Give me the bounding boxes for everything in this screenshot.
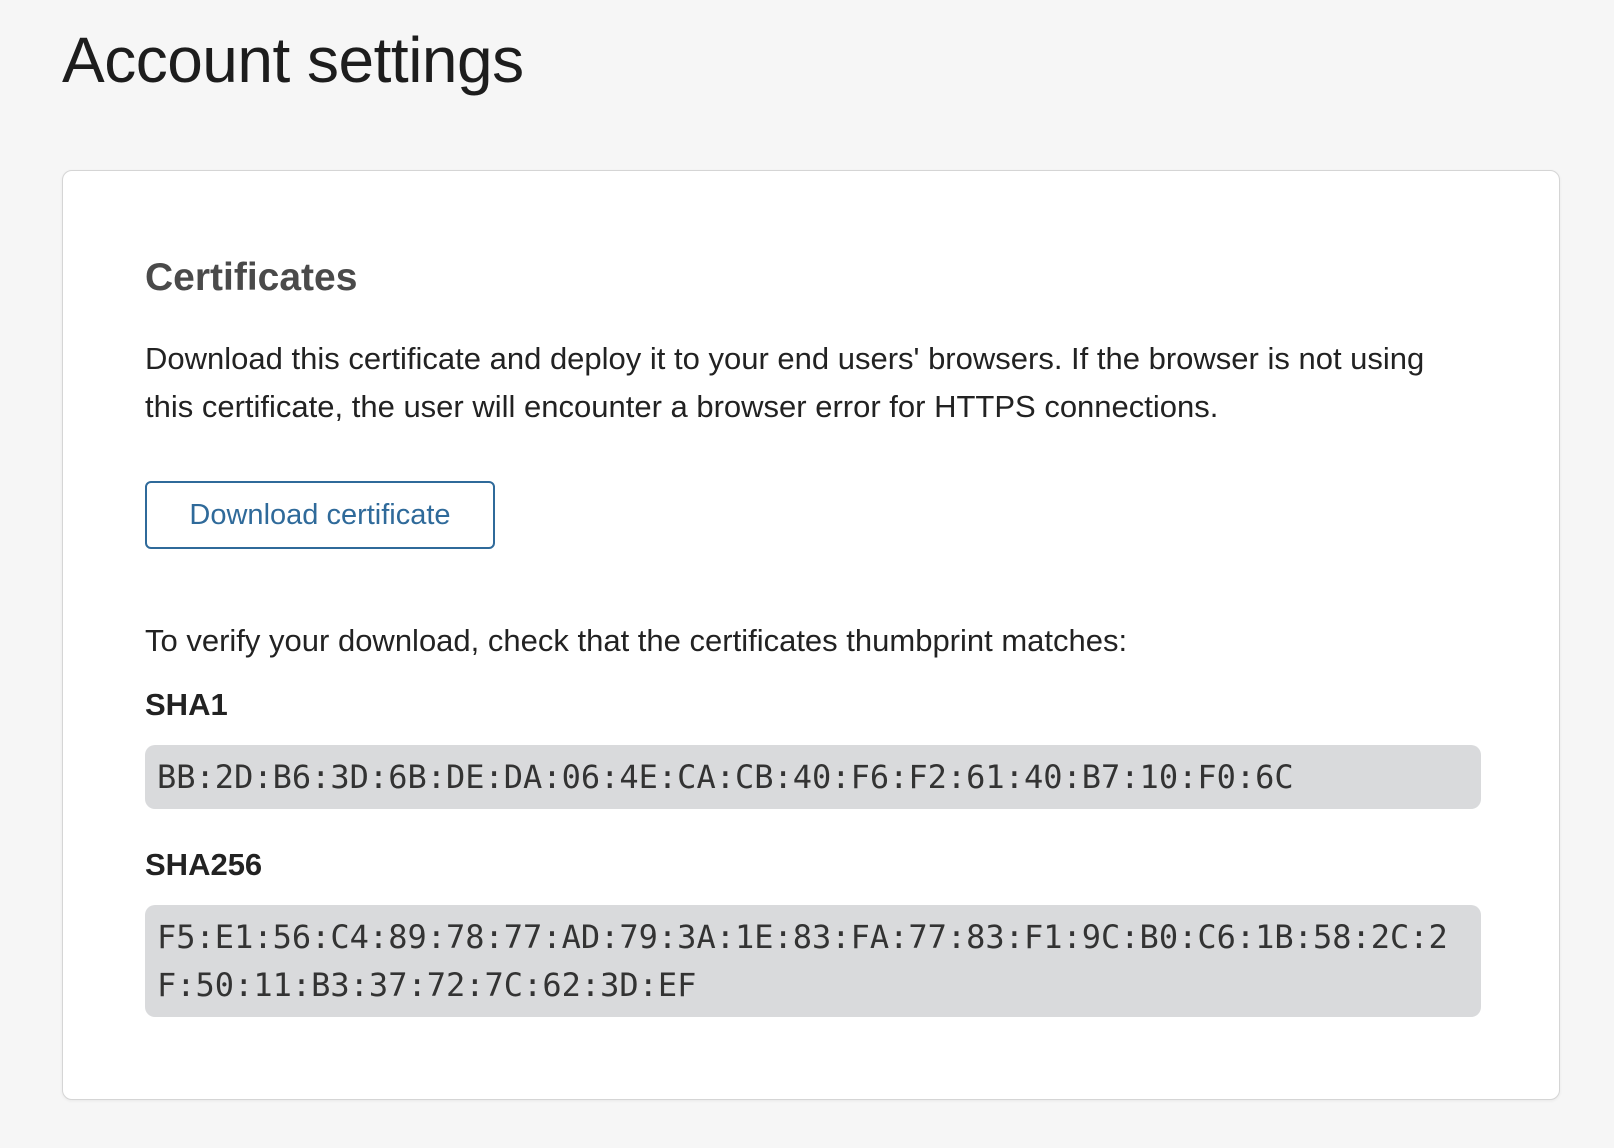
- certificates-content: Certificates Download this certificate a…: [145, 255, 1481, 1017]
- section-title: Certificates: [145, 256, 358, 299]
- download-certificate-button[interactable]: Download certificate: [145, 481, 495, 549]
- sha1-thumbprint[interactable]: BB:2D:B6:3D:6B:DE:DA:06:4E:CA:CB:40:F6:F…: [145, 745, 1481, 809]
- page-title: Account settings: [62, 24, 524, 96]
- certificate-description: Download this certificate and deploy it …: [145, 341, 1425, 424]
- sha1-label: SHA1: [145, 687, 228, 722]
- sha256-thumbprint[interactable]: F5:E1:56:C4:89:78:77:AD:79:3A:1E:83:FA:7…: [145, 905, 1481, 1017]
- verify-instructions: To verify your download, check that the …: [145, 623, 1128, 658]
- certificates-card: Certificates Download this certificate a…: [62, 170, 1560, 1100]
- sha256-label: SHA256: [145, 847, 263, 882]
